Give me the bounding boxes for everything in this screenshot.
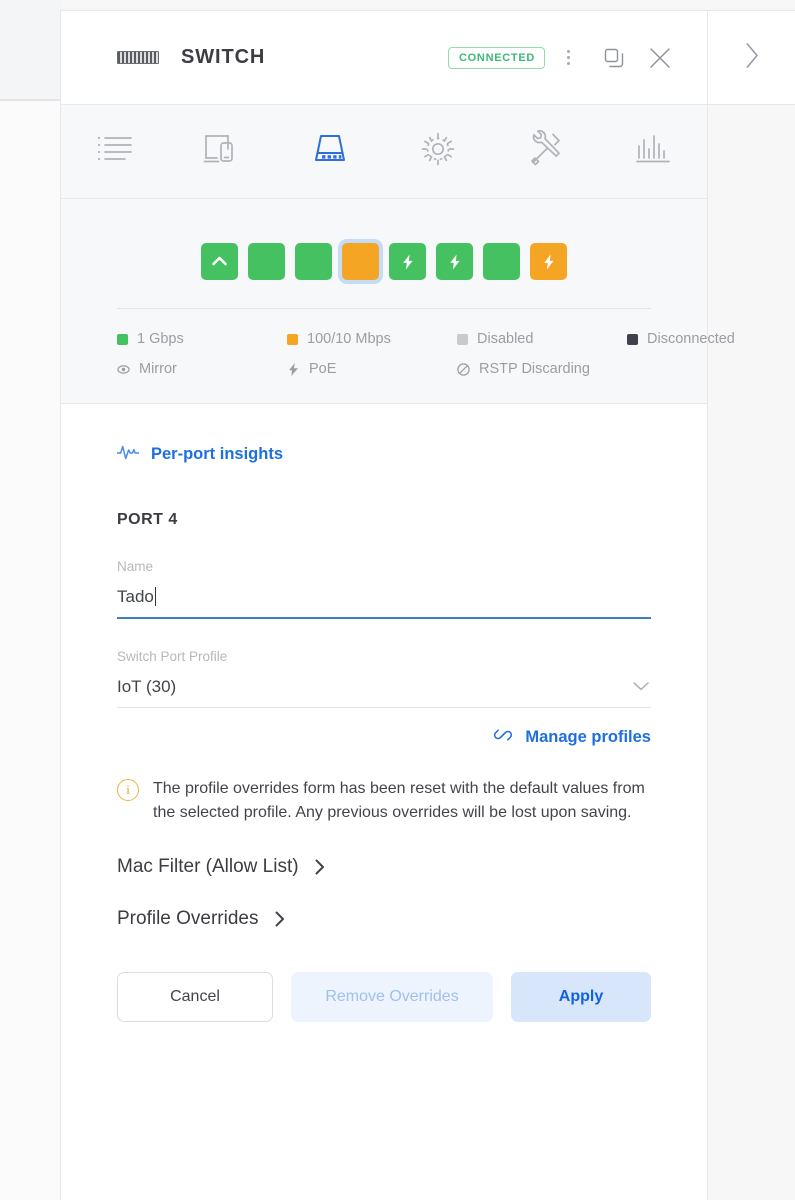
legend-item-poe: PoE — [287, 361, 457, 377]
page-background — [0, 0, 61, 1200]
status-badge: CONNECTED — [448, 47, 545, 69]
insights-label: Per-port insights — [151, 445, 283, 464]
remove-overrides-button[interactable]: Remove Overrides — [291, 972, 493, 1022]
legend-item-1gbps: 1 Gbps — [117, 331, 287, 347]
name-input-value: Tado — [117, 587, 154, 607]
tab-overview[interactable] — [61, 105, 169, 198]
page-background-divider — [0, 100, 61, 101]
mirror-icon — [117, 364, 130, 375]
right-rail-panel — [708, 10, 795, 105]
switch-port-profile-group: Switch Port Profile IoT (30) — [117, 649, 651, 708]
devices-icon — [203, 131, 243, 172]
name-input-underline — [117, 617, 651, 619]
list-icon — [95, 131, 135, 172]
header-actions: CONNECTED — [448, 35, 683, 81]
port-tile-3[interactable] — [295, 243, 332, 280]
pulse-icon — [117, 444, 139, 465]
port-legend: 1 Gbps 100/10 Mbps Disabled Disconnected — [117, 331, 651, 377]
port-tile-2[interactable] — [248, 243, 285, 280]
swatch-green-icon — [117, 334, 128, 345]
switch-port-profile-select[interactable]: IoT (30) — [117, 674, 651, 699]
manage-profiles-link[interactable]: Manage profiles — [117, 726, 651, 749]
legend-label: 100/10 Mbps — [307, 331, 391, 347]
info-alert-text: The profile overrides form has been rese… — [153, 777, 651, 826]
popout-window-icon[interactable] — [591, 35, 637, 81]
gear-icon — [418, 130, 458, 173]
page-background-header — [0, 0, 61, 100]
mac-filter-expander[interactable]: Mac Filter (Allow List) — [117, 856, 651, 878]
bolt-icon — [540, 253, 558, 271]
switch-port-profile-label: Switch Port Profile — [117, 649, 651, 664]
ports-section: 1 Gbps 100/10 Mbps Disabled Disconnected — [61, 199, 707, 404]
port-tile-1[interactable] — [201, 243, 238, 280]
info-icon: i — [117, 779, 139, 801]
bolt-icon — [287, 363, 300, 376]
switch-port-profile-value: IoT (30) — [117, 677, 176, 697]
legend-item-disconnected: Disconnected — [627, 331, 735, 347]
swatch-orange-icon — [287, 334, 298, 345]
switch-port-profile-underline — [117, 707, 651, 708]
legend-label: 1 Gbps — [137, 331, 184, 347]
legend-item-mirror: Mirror — [117, 361, 287, 377]
name-input[interactable]: Tado — [117, 584, 651, 609]
page-title: PORT 4 — [117, 511, 651, 529]
device-details-panel: SWITCH CONNECTED — [60, 10, 708, 1200]
blocked-icon — [457, 363, 470, 376]
chevron-right-icon — [313, 857, 327, 877]
cancel-button[interactable]: Cancel — [117, 972, 273, 1022]
port-grid — [117, 243, 651, 280]
legend-item-100-10mbps: 100/10 Mbps — [287, 331, 457, 347]
chevron-right-icon[interactable] — [741, 39, 763, 78]
per-port-insights-link[interactable]: Per-port insights — [117, 444, 283, 465]
tab-statistics[interactable] — [599, 105, 707, 198]
legend-item-rstp-discarding: RSTP Discarding — [457, 361, 627, 377]
legend-label: Mirror — [139, 361, 177, 377]
port-tile-7[interactable] — [483, 243, 520, 280]
profile-overrides-label: Profile Overrides — [117, 908, 259, 930]
chevron-up-icon — [210, 252, 229, 271]
profile-overrides-expander[interactable]: Profile Overrides — [117, 908, 651, 930]
bar-chart-icon — [634, 131, 672, 172]
text-cursor — [155, 587, 156, 606]
kebab-menu-icon[interactable] — [545, 35, 591, 81]
legend-label: RSTP Discarding — [479, 361, 590, 377]
section-tabs — [61, 105, 707, 199]
name-label: Name — [117, 559, 651, 574]
legend-label: PoE — [309, 361, 336, 377]
legend-label: Disconnected — [647, 331, 735, 347]
port-tile-5[interactable] — [389, 243, 426, 280]
manage-profiles-label: Manage profiles — [525, 728, 651, 747]
chevron-right-icon — [273, 909, 287, 929]
bolt-icon — [446, 253, 464, 271]
device-title: SWITCH — [181, 46, 265, 69]
port-tile-8[interactable] — [530, 243, 567, 280]
info-alert: i The profile overrides form has been re… — [117, 777, 651, 826]
tab-settings[interactable] — [384, 105, 492, 198]
link-icon — [492, 726, 514, 749]
switch-device-icon — [117, 51, 159, 64]
form-actions: Cancel Remove Overrides Apply — [117, 972, 651, 1022]
tab-ports[interactable] — [276, 105, 384, 198]
switch-ports-icon — [309, 130, 351, 173]
swatch-grey-icon — [457, 334, 468, 345]
legend-label: Disabled — [477, 331, 533, 347]
port-tile-6[interactable] — [436, 243, 473, 280]
panel-header: SWITCH CONNECTED — [61, 11, 707, 105]
port-tile-4[interactable] — [342, 243, 379, 280]
apply-button[interactable]: Apply — [511, 972, 651, 1022]
swatch-dark-icon — [627, 334, 638, 345]
legend-item-disabled: Disabled — [457, 331, 627, 347]
tab-clients[interactable] — [169, 105, 277, 198]
tab-tools[interactable] — [492, 105, 600, 198]
bolt-icon — [399, 253, 417, 271]
close-icon[interactable] — [637, 35, 683, 81]
port-config-form: Per-port insights PORT 4 Name Tado Switc… — [61, 404, 707, 1022]
mac-filter-label: Mac Filter (Allow List) — [117, 856, 299, 878]
chevron-down-icon — [631, 677, 651, 697]
tools-icon — [526, 130, 566, 173]
legend-divider — [117, 308, 651, 309]
app-root: SWITCH CONNECTED — [0, 0, 795, 1200]
name-field-group: Name Tado — [117, 559, 651, 619]
